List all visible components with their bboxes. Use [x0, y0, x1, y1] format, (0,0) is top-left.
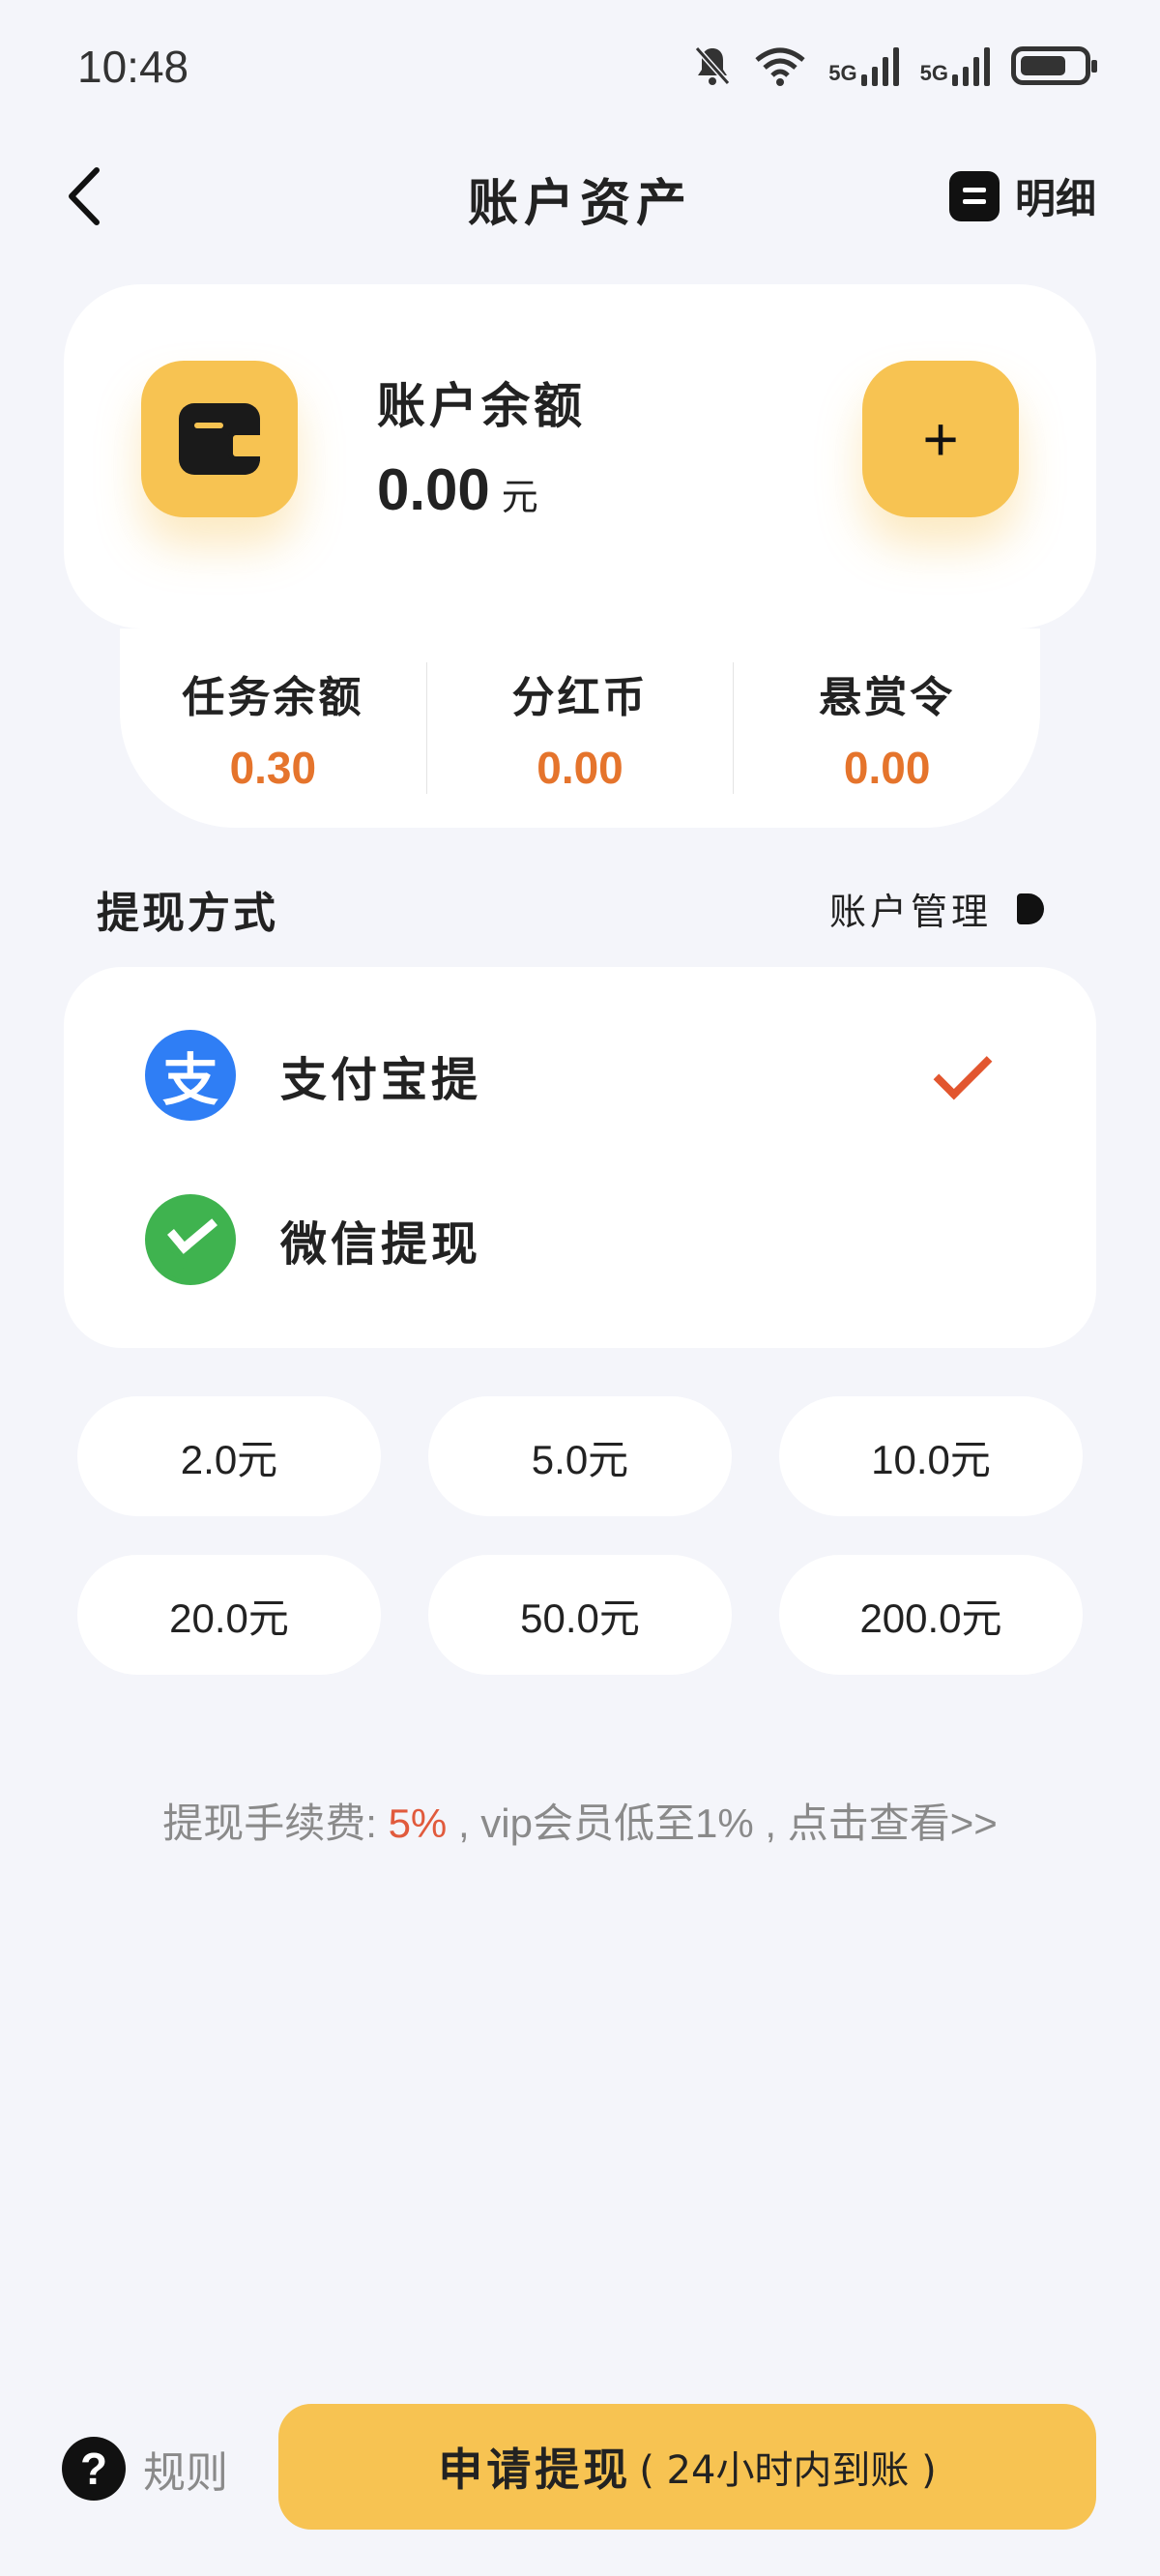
amount-chip[interactable]: 10.0元 — [779, 1396, 1083, 1516]
submit-withdraw-button[interactable]: 申请提现 ( 24小时内到账 ) — [278, 2404, 1096, 2530]
withdraw-method-title: 提现方式 — [97, 889, 278, 938]
plus-icon: + — [922, 404, 959, 474]
amount-chip[interactable]: 20.0元 — [77, 1555, 381, 1675]
sub-balance-task[interactable]: 任务余额 0.30 — [120, 662, 426, 794]
method-label: 微信提现 — [280, 1217, 482, 1272]
amount-chip[interactable]: 2.0元 — [77, 1396, 381, 1516]
sub-balance-dividend[interactable]: 分红币 0.00 — [425, 662, 734, 794]
detail-button[interactable]: 明细 — [948, 166, 1096, 225]
withdraw-method-card — [64, 967, 1096, 1348]
balance-label: 账户余额 — [377, 377, 586, 434]
sub-balance-value: 0.00 — [536, 743, 624, 793]
account-manage-link[interactable]: 账户管理 — [829, 882, 1044, 935]
fee-note-prefix: 提现手续费: — [162, 1800, 389, 1846]
submit-sublabel: ( 24小时内到账 ) — [639, 2448, 937, 2493]
balance-value: 0.00 元 — [377, 456, 538, 523]
amount-chip[interactable]: 200.0元 — [779, 1555, 1083, 1675]
list-icon — [948, 170, 1000, 221]
sub-balances: 任务余额 0.30 分红币 0.00 悬赏令 0.00 — [120, 629, 1040, 828]
wechat-icon — [145, 1194, 236, 1285]
account-manage-label: 账户管理 — [828, 891, 992, 933]
method-label: 支付宝提 — [280, 1053, 482, 1107]
sub-balance-value: 0.30 — [229, 743, 317, 793]
wifi-icon — [755, 47, 805, 86]
wallet-icon — [179, 403, 260, 475]
amount-chip[interactable]: 5.0元 — [428, 1396, 732, 1516]
rules-button[interactable]: ? 规则 — [62, 2437, 228, 2501]
fee-note-suffix: , vip会员低至1% , 点击查看>> — [447, 1800, 998, 1846]
method-alipay[interactable]: 支 支付宝提 — [145, 1030, 481, 1121]
rules-label: 规则 — [143, 2448, 228, 2498]
sub-balance-value: 0.00 — [843, 743, 931, 793]
status-icons: 5G 5G — [693, 44, 1097, 87]
balance-unit: 元 — [501, 476, 538, 518]
status-time: 10:48 — [77, 42, 189, 92]
fee-note[interactable]: 提现手续费: 5% , vip会员低至1% , 点击查看>> — [0, 1791, 1160, 1850]
play-arrow-icon — [1017, 893, 1044, 924]
amount-options: 2.0元 5.0元 10.0元 20.0元 50.0元 200.0元 — [77, 1396, 1083, 1675]
recharge-button[interactable]: + — [862, 361, 1019, 517]
detail-label: 明细 — [1014, 175, 1096, 222]
method-wechat[interactable]: 微信提现 — [145, 1194, 481, 1285]
network-type-label: 5G — [919, 61, 948, 85]
cellular-signal-1: 5G — [828, 45, 899, 86]
fee-rate: 5% — [388, 1800, 448, 1846]
sub-balance-bounty[interactable]: 悬赏令 0.00 — [733, 662, 1040, 794]
sub-balance-label: 悬赏令 — [819, 673, 956, 722]
battery-icon — [1011, 46, 1097, 85]
alipay-icon: 支 — [145, 1030, 236, 1121]
submit-label: 申请提现 — [438, 2444, 632, 2496]
signal-bars-icon — [860, 45, 899, 86]
network-type-label: 5G — [828, 61, 857, 85]
mute-bell-icon — [695, 46, 731, 85]
balance-amount: 0.00 — [377, 457, 490, 522]
amount-chip[interactable]: 50.0元 — [428, 1555, 732, 1675]
signal-bars-icon — [952, 45, 990, 86]
wallet-tile — [141, 361, 298, 517]
sub-balance-label: 任务余额 — [182, 673, 364, 722]
cellular-signal-2: 5G — [920, 45, 990, 86]
sub-balance-label: 分红币 — [511, 673, 649, 722]
help-icon: ? — [62, 2437, 126, 2501]
